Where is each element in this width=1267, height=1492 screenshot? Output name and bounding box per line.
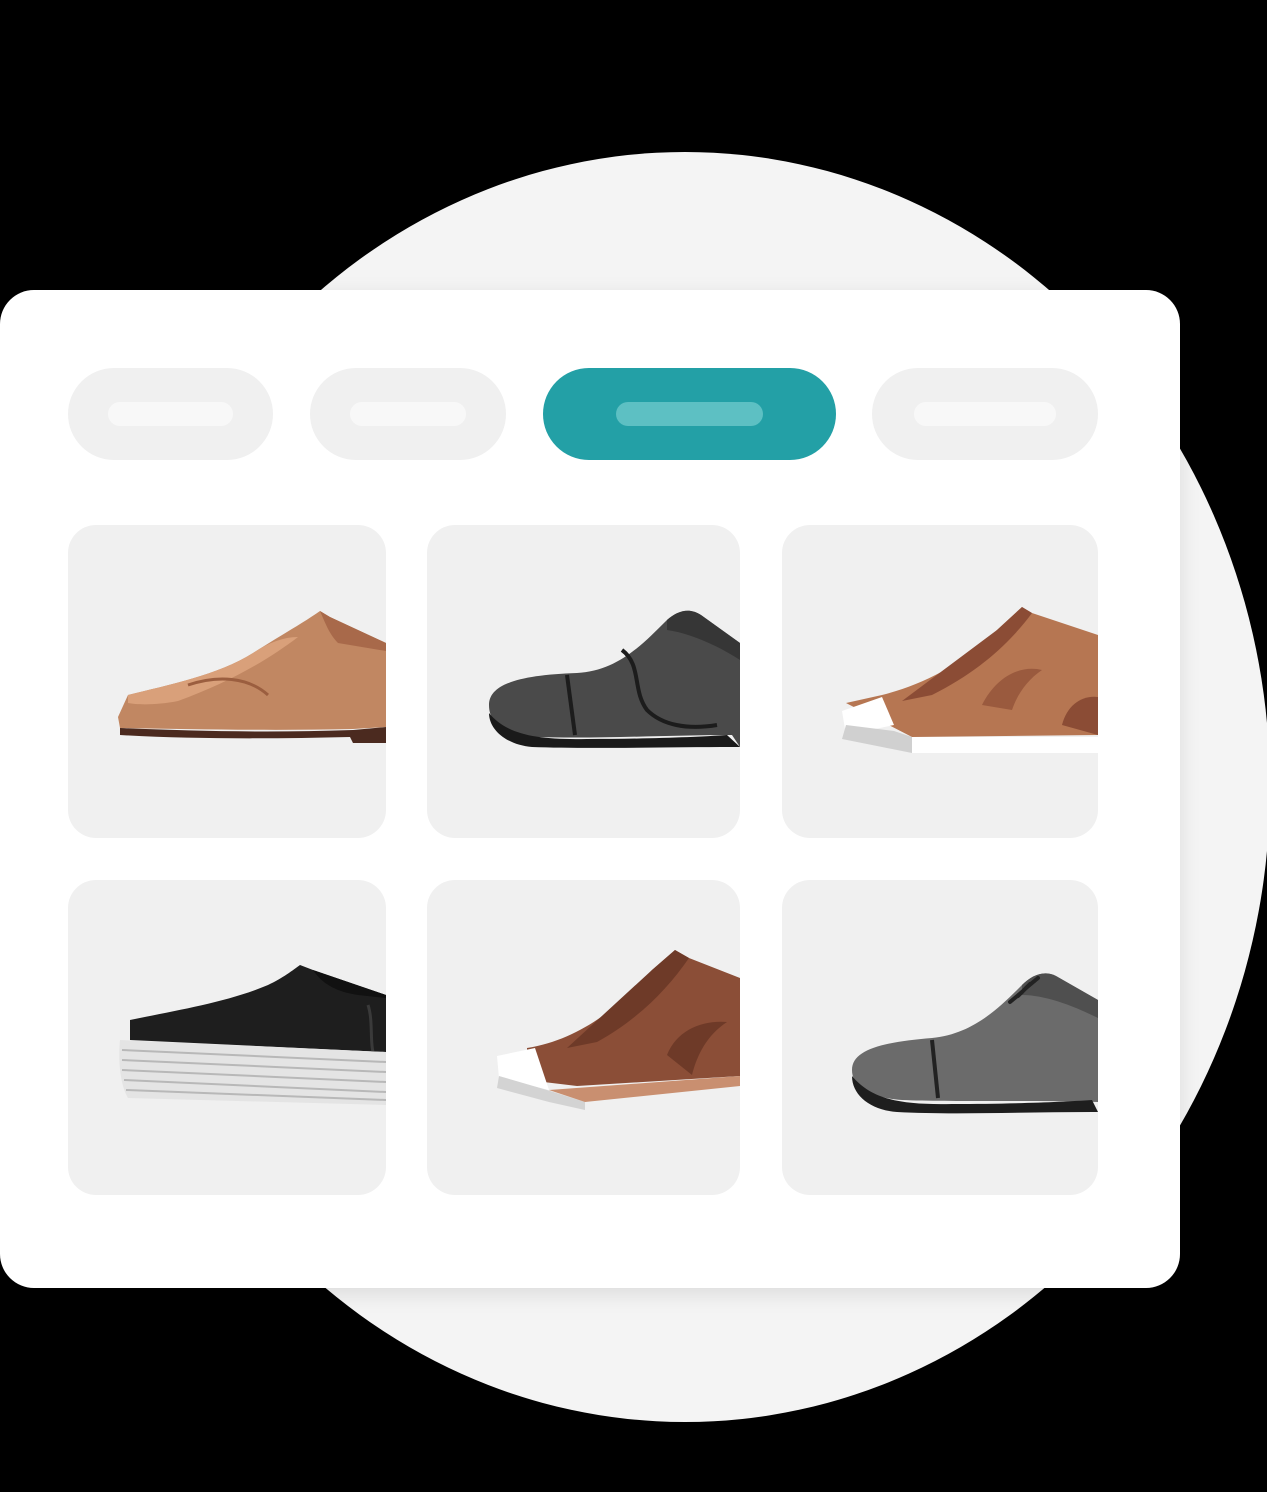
black-platform-sneaker-icon xyxy=(119,965,386,1105)
filter-tab-label-placeholder xyxy=(108,402,233,426)
brown-slip-on-icon xyxy=(497,950,740,1110)
product-card[interactable] xyxy=(782,880,1098,1195)
product-card[interactable] xyxy=(68,525,386,838)
tan-loafer-icon xyxy=(118,611,386,743)
filter-tab-label-placeholder xyxy=(616,402,763,426)
product-filter-window xyxy=(0,290,1180,1288)
product-card[interactable] xyxy=(782,525,1098,838)
filter-tab-label-placeholder xyxy=(914,402,1056,426)
brown-sneaker-icon xyxy=(842,607,1098,753)
black-oxford-icon xyxy=(489,610,740,748)
gray-derby-shoe-icon xyxy=(852,973,1098,1114)
filter-tab-4[interactable] xyxy=(872,368,1098,460)
filter-tab-3-active[interactable] xyxy=(543,368,836,460)
filter-tab-1[interactable] xyxy=(68,368,273,460)
filter-tab-2[interactable] xyxy=(310,368,506,460)
product-card[interactable] xyxy=(427,880,740,1195)
product-card[interactable] xyxy=(68,880,386,1195)
filter-tab-label-placeholder xyxy=(350,402,466,426)
product-card[interactable] xyxy=(427,525,740,838)
